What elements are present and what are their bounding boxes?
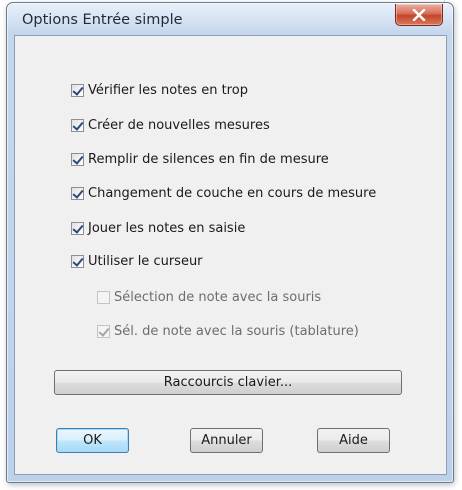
checkbox-label: Sél. de note avec la souris (tablature) [114, 324, 359, 339]
checkbox-label: Sélection de note avec la souris [114, 290, 322, 305]
close-icon [412, 8, 426, 21]
checkbox-box[interactable] [71, 119, 84, 132]
keyboard-shortcuts-button[interactable]: Raccourcis clavier... [54, 370, 402, 395]
checkbox-box[interactable] [71, 222, 84, 235]
checkbox-utiliser-curseur[interactable]: Utiliser le curseur [71, 254, 203, 269]
checkbox-creer-mesures[interactable]: Créer de nouvelles mesures [71, 118, 270, 133]
checkbox-label: Remplir de silences en fin de mesure [88, 152, 329, 167]
checkbox-box[interactable] [71, 84, 84, 97]
ok-button[interactable]: OK [56, 428, 129, 453]
checkbox-remplir-silences[interactable]: Remplir de silences en fin de mesure [71, 152, 329, 167]
title-bar[interactable]: Options Entrée simple [7, 3, 453, 37]
checkbox-label: Vérifier les notes en trop [88, 83, 248, 98]
dialog-body: Vérifier les notes en trop Créer de nouv… [14, 35, 447, 475]
checkbox-changement-couche[interactable]: Changement de couche en cours de mesure [71, 186, 376, 201]
checkbox-box[interactable] [97, 325, 110, 338]
checkbox-label: Jouer les notes en saisie [88, 221, 246, 236]
options-dialog: Options Entrée simple Vérifier les notes… [6, 2, 454, 483]
checkbox-selection-souris-tablature[interactable]: Sél. de note avec la souris (tablature) [97, 324, 359, 339]
help-button[interactable]: Aide [317, 428, 390, 453]
checkbox-box[interactable] [71, 255, 84, 268]
checkbox-label: Utiliser le curseur [88, 254, 203, 269]
checkbox-jouer-notes[interactable]: Jouer les notes en saisie [71, 221, 245, 236]
checkbox-box[interactable] [71, 187, 84, 200]
checkbox-label: Changement de couche en cours de mesure [88, 186, 377, 201]
checkbox-box[interactable] [71, 153, 84, 166]
dialog-title: Options Entrée simple [22, 12, 183, 28]
close-button[interactable] [395, 4, 443, 26]
checkbox-selection-souris[interactable]: Sélection de note avec la souris [97, 290, 321, 305]
cancel-button[interactable]: Annuler [190, 428, 263, 453]
checkbox-verifier-notes[interactable]: Vérifier les notes en trop [71, 83, 248, 98]
checkbox-label: Créer de nouvelles mesures [88, 118, 270, 133]
checkbox-box[interactable] [97, 291, 110, 304]
